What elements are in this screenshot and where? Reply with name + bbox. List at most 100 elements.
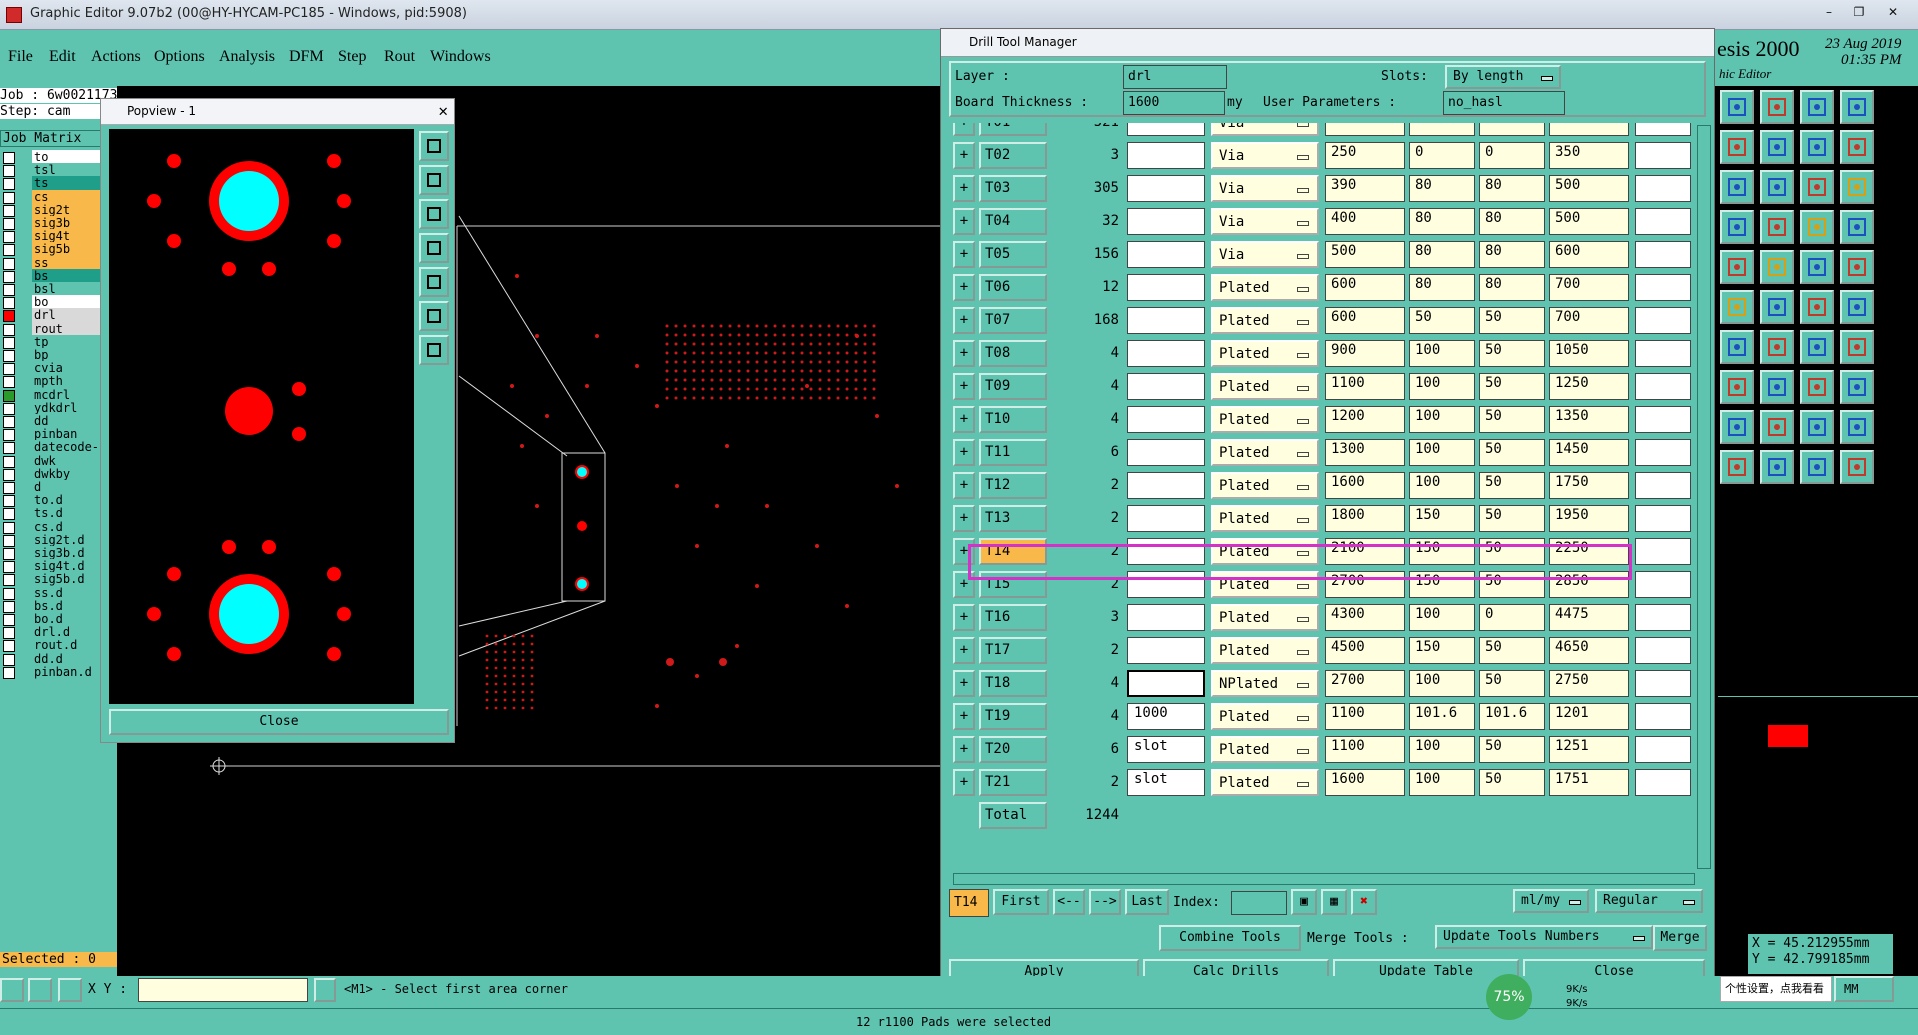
layer-checkbox[interactable] xyxy=(3,363,15,376)
toolbar-tool-icon[interactable] xyxy=(1760,90,1794,124)
drill-size-field[interactable]: 700 xyxy=(1549,307,1629,334)
tol-plus-field[interactable]: 0 xyxy=(1409,142,1475,169)
layer-checkbox[interactable] xyxy=(3,350,15,362)
tol-plus-field[interactable]: 100 xyxy=(1409,670,1475,697)
expand-icon[interactable]: + xyxy=(953,274,975,301)
tool-type-dropdown[interactable]: Plated xyxy=(1211,340,1319,367)
drill-size-field[interactable]: 250 xyxy=(1549,123,1629,136)
tool-name[interactable]: T08 xyxy=(979,340,1047,367)
tol-plus-field[interactable]: 101.6 xyxy=(1409,703,1475,730)
tool-info-field[interactable] xyxy=(1127,175,1205,202)
tool-info-field[interactable] xyxy=(1127,373,1205,400)
extra-field[interactable] xyxy=(1635,703,1691,730)
layer-checkbox[interactable] xyxy=(3,653,15,666)
tool-type-dropdown[interactable]: Plated xyxy=(1211,373,1319,400)
tool-row[interactable]: + T03 305 Via 390 80 80 500 xyxy=(953,173,1693,206)
menu-step[interactable]: Step xyxy=(338,48,366,66)
menu-analysis[interactable]: Analysis xyxy=(219,48,275,66)
tool-info-field[interactable] xyxy=(1127,472,1205,499)
units-selector[interactable]: MM xyxy=(1834,976,1894,1002)
grid-icon[interactable] xyxy=(58,978,82,1002)
drill-size-field[interactable]: 1750 xyxy=(1549,472,1629,499)
finish-size-field[interactable]: 500 xyxy=(1325,241,1405,268)
first-button[interactable]: First xyxy=(993,889,1049,915)
extra-field[interactable] xyxy=(1635,637,1691,664)
finish-size-field[interactable]: 900 xyxy=(1325,340,1405,367)
tool-info-field[interactable] xyxy=(1127,340,1205,367)
expand-icon[interactable]: + xyxy=(953,307,975,334)
tool-row[interactable]: + T11 6 Plated 1300 100 50 1450 xyxy=(953,437,1693,470)
toolbar-tool-icon[interactable] xyxy=(1800,450,1834,484)
tol-minus-field[interactable]: 0 xyxy=(1479,123,1545,136)
expand-icon[interactable]: + xyxy=(953,670,975,697)
layer-checkbox[interactable] xyxy=(3,218,15,230)
tool-name[interactable]: T07 xyxy=(979,307,1047,334)
toolbar-tool-icon[interactable] xyxy=(1720,450,1754,484)
tol-plus-field[interactable]: 150 xyxy=(1409,637,1475,664)
toolbar-tool-icon[interactable] xyxy=(1840,450,1874,484)
extra-field[interactable] xyxy=(1635,208,1691,235)
tool-name[interactable]: T17 xyxy=(979,637,1047,664)
tol-plus-field[interactable]: 50 xyxy=(1409,307,1475,334)
extra-field[interactable] xyxy=(1635,571,1691,598)
toolbar-tool-icon[interactable] xyxy=(1720,250,1754,284)
tol-plus-field[interactable]: 100 xyxy=(1409,736,1475,763)
layer-checkbox[interactable] xyxy=(3,284,15,296)
tool-row[interactable]: + T12 2 Plated 1600 100 50 1750 xyxy=(953,470,1693,503)
toolbar-tool-icon[interactable] xyxy=(1760,170,1794,204)
extra-field[interactable] xyxy=(1635,406,1691,433)
finish-size-field[interactable]: 600 xyxy=(1325,307,1405,334)
tool-info-field[interactable] xyxy=(1127,604,1205,631)
drill-size-field[interactable]: 500 xyxy=(1549,175,1629,202)
layer-checkbox[interactable] xyxy=(3,257,15,270)
toolbar-tool-icon[interactable] xyxy=(1720,290,1754,324)
pan-left-icon[interactable] xyxy=(419,233,449,263)
vertical-scrollbar[interactable] xyxy=(1697,125,1711,869)
tool-row[interactable]: + T17 2 Plated 4500 150 50 4650 xyxy=(953,635,1693,668)
board-thickness-field[interactable]: 1600 xyxy=(1123,91,1225,115)
layer-checkbox[interactable] xyxy=(3,152,15,164)
slots-dropdown[interactable]: By length xyxy=(1445,65,1561,89)
toolbar-tool-icon[interactable] xyxy=(1800,130,1834,164)
tol-minus-field[interactable]: 50 xyxy=(1479,406,1545,433)
menu-file[interactable]: File xyxy=(8,48,33,66)
tol-minus-field[interactable]: 50 xyxy=(1479,472,1545,499)
tool-name[interactable]: T18 xyxy=(979,670,1047,697)
tool-info-field[interactable] xyxy=(1127,670,1205,697)
layer-checkbox[interactable] xyxy=(3,244,15,257)
ime-tip[interactable]: 个性设置，点我看看 xyxy=(1720,976,1832,1002)
popview-close-icon[interactable]: ✕ xyxy=(438,101,448,120)
layer-checkbox[interactable] xyxy=(3,482,15,494)
layer-checkbox[interactable] xyxy=(3,336,15,349)
layer-checkbox[interactable] xyxy=(3,666,15,679)
tool-info-field[interactable] xyxy=(1127,505,1205,532)
toolbar-tool-icon[interactable] xyxy=(1840,290,1874,324)
tool-info-field[interactable]: 1000 xyxy=(1127,703,1205,730)
tol-plus-field[interactable]: 0 xyxy=(1409,123,1475,136)
tol-minus-field[interactable]: 50 xyxy=(1479,439,1545,466)
tool-name[interactable]: T10 xyxy=(979,406,1047,433)
merge-button[interactable]: Merge xyxy=(1653,925,1707,951)
tool-row[interactable]: + T16 3 Plated 4300 100 0 4475 xyxy=(953,602,1693,635)
horizontal-scrollbar[interactable] xyxy=(953,873,1695,885)
tool-info-field[interactable] xyxy=(1127,307,1205,334)
toolbar-tool-icon[interactable] xyxy=(1720,330,1754,364)
toolbar-tool-icon[interactable] xyxy=(1720,130,1754,164)
layer-checkbox[interactable] xyxy=(3,323,15,336)
expand-icon[interactable]: + xyxy=(953,505,975,532)
expand-icon[interactable]: + xyxy=(953,142,975,169)
tol-plus-field[interactable]: 80 xyxy=(1409,274,1475,301)
layer-checkbox[interactable] xyxy=(3,310,15,323)
expand-icon[interactable]: + xyxy=(953,769,975,796)
tool-name[interactable]: T06 xyxy=(979,274,1047,301)
tool-info-field[interactable] xyxy=(1127,274,1205,301)
finish-size-field[interactable]: 1600 xyxy=(1325,472,1405,499)
tool-name[interactable]: T04 xyxy=(979,208,1047,235)
toolbar-tool-icon[interactable] xyxy=(1760,130,1794,164)
tol-minus-field[interactable]: 0 xyxy=(1479,142,1545,169)
tool-row[interactable]: + T02 3 Via 250 0 0 350 xyxy=(953,140,1693,173)
tool-row[interactable]: + T01 521 Via 240 00 250 xyxy=(953,123,1693,140)
extra-field[interactable] xyxy=(1635,538,1691,565)
zoom-area-icon[interactable] xyxy=(419,301,449,331)
tol-minus-field[interactable]: 101.6 xyxy=(1479,703,1545,730)
